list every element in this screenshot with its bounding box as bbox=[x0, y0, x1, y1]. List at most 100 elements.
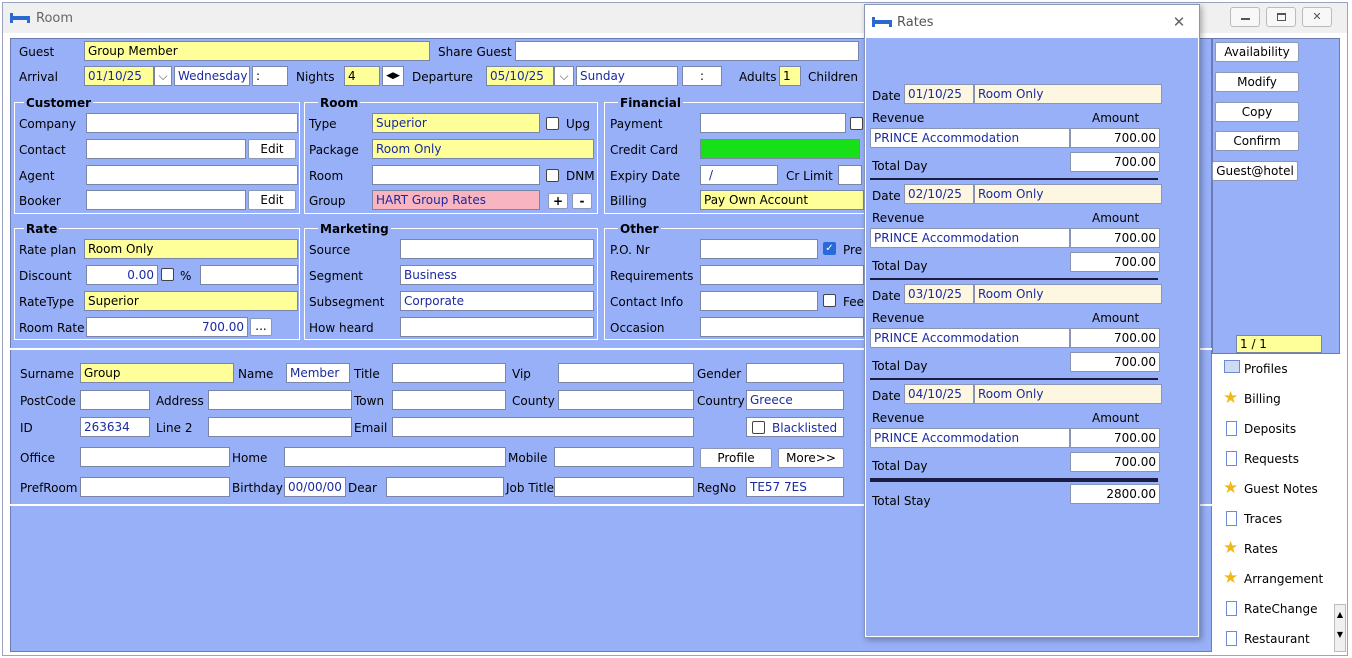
profiles-icon bbox=[1224, 360, 1240, 373]
agent-field[interactable] bbox=[86, 165, 298, 185]
address-field[interactable] bbox=[208, 390, 352, 410]
occasion-field[interactable] bbox=[700, 317, 864, 337]
rate-plan-field[interactable]: Room Only bbox=[84, 239, 298, 259]
name-field[interactable]: Member bbox=[286, 363, 350, 383]
payment-checkbox[interactable] bbox=[850, 117, 863, 130]
expiry-date-field[interactable]: / bbox=[700, 165, 778, 185]
nights-field[interactable]: 4 bbox=[344, 66, 380, 86]
group-remove-button[interactable]: - bbox=[572, 193, 592, 209]
booker-field[interactable] bbox=[86, 190, 246, 210]
group-label: Group bbox=[309, 194, 346, 208]
discount-field[interactable]: 0.00 bbox=[86, 265, 158, 285]
gender-field[interactable] bbox=[746, 363, 844, 383]
group-field[interactable]: HART Group Rates bbox=[372, 190, 540, 210]
email-field[interactable] bbox=[392, 417, 694, 437]
share-guest-field[interactable] bbox=[515, 41, 859, 61]
surname-field[interactable]: Group bbox=[80, 363, 234, 383]
departure-time-field[interactable]: : bbox=[682, 66, 722, 86]
requirements-field[interactable] bbox=[700, 265, 864, 285]
nights-stepper[interactable]: ◀▶ bbox=[382, 66, 404, 86]
birthday-field[interactable]: 00/00/00 bbox=[284, 477, 346, 497]
guest-field[interactable]: Group Member bbox=[84, 41, 430, 61]
side-item-label: Rates bbox=[1244, 542, 1278, 556]
room-number-field[interactable] bbox=[372, 165, 540, 185]
room-rate-field[interactable]: 700.00 bbox=[86, 317, 248, 337]
rates-close-icon[interactable]: ✕ bbox=[1168, 12, 1190, 32]
maximize-button[interactable] bbox=[1266, 7, 1296, 27]
source-field[interactable] bbox=[400, 239, 594, 259]
rate-section-title: Rate bbox=[24, 222, 60, 236]
payment-field[interactable] bbox=[700, 113, 846, 133]
postcode-field[interactable] bbox=[80, 390, 150, 410]
side-item-requests[interactable]: Requests bbox=[1222, 445, 1330, 473]
close-window-button[interactable]: ✕ bbox=[1302, 7, 1332, 27]
scroll-up-icon[interactable]: ▲ bbox=[1335, 605, 1345, 625]
discount-percent-checkbox[interactable] bbox=[161, 268, 174, 281]
confirm-button[interactable]: Confirm bbox=[1215, 131, 1299, 151]
side-item-arrangement[interactable]: ★ Arrangement bbox=[1222, 565, 1330, 593]
office-field[interactable] bbox=[80, 447, 230, 467]
arrival-date-dropdown[interactable]: ⌵ bbox=[154, 66, 172, 86]
line2-field[interactable] bbox=[208, 417, 352, 437]
segment-field[interactable]: Business bbox=[400, 265, 594, 285]
cr-limit-field[interactable] bbox=[838, 165, 862, 185]
modify-button[interactable]: Modify bbox=[1215, 72, 1299, 92]
billing-field[interactable]: Pay Own Account bbox=[700, 190, 864, 210]
minimize-button[interactable] bbox=[1230, 7, 1260, 27]
job-title-field[interactable] bbox=[554, 477, 694, 497]
how-heard-field[interactable] bbox=[400, 317, 594, 337]
county-field[interactable] bbox=[558, 390, 694, 410]
birthday-label: Birthday bbox=[232, 481, 283, 495]
side-scrollbar[interactable]: ▲ ▼ bbox=[1334, 604, 1346, 652]
dear-field[interactable] bbox=[386, 477, 504, 497]
copy-button[interactable]: Copy bbox=[1215, 102, 1299, 122]
home-field[interactable] bbox=[284, 447, 506, 467]
room-rate-more-button[interactable]: ... bbox=[250, 318, 272, 336]
side-item-traces[interactable]: Traces bbox=[1222, 505, 1330, 533]
mobile-field[interactable] bbox=[554, 447, 694, 467]
dnm-checkbox[interactable] bbox=[546, 169, 559, 182]
prefroom-field[interactable] bbox=[80, 477, 230, 497]
arrival-time-field[interactable]: : bbox=[252, 66, 288, 86]
side-item-restaurant[interactable]: Restaurant bbox=[1222, 625, 1330, 653]
side-item-guest-notes[interactable]: ★ Guest Notes bbox=[1222, 475, 1330, 503]
vip-field[interactable] bbox=[558, 363, 694, 383]
id-field[interactable]: 263634 bbox=[80, 417, 150, 437]
ratetype-field[interactable]: Superior bbox=[84, 291, 298, 311]
town-field[interactable] bbox=[392, 390, 506, 410]
title-field[interactable] bbox=[392, 363, 506, 383]
blacklisted-checkbox[interactable] bbox=[752, 421, 765, 434]
arrival-date-field[interactable]: 01/10/25 bbox=[84, 66, 154, 86]
package-field[interactable]: Room Only bbox=[372, 139, 594, 159]
booker-edit-button[interactable]: Edit bbox=[248, 190, 296, 210]
contact-info-field[interactable] bbox=[700, 291, 818, 311]
side-item-ratechange[interactable]: RateChange bbox=[1222, 595, 1330, 623]
contact-edit-button[interactable]: Edit bbox=[248, 139, 296, 159]
side-item-profiles[interactable]: Profiles bbox=[1222, 355, 1330, 383]
group-add-button[interactable]: + bbox=[548, 193, 568, 209]
day-separator-line bbox=[870, 278, 1158, 280]
profile-button[interactable]: Profile bbox=[700, 448, 772, 468]
guest-hotel-button[interactable]: Guest@hotel bbox=[1212, 161, 1298, 181]
pre-checkbox[interactable]: ✓ bbox=[823, 242, 836, 255]
fee-checkbox[interactable] bbox=[823, 294, 836, 307]
availability-button[interactable]: Availability bbox=[1215, 42, 1299, 62]
side-item-rates[interactable]: ★ Rates bbox=[1222, 535, 1330, 563]
adults-field[interactable]: 1 bbox=[779, 66, 801, 86]
credit-card-field[interactable] bbox=[700, 139, 860, 159]
po-nr-field[interactable] bbox=[700, 239, 818, 259]
departure-date-field[interactable]: 05/10/25 bbox=[486, 66, 554, 86]
discount-extra-field[interactable] bbox=[200, 265, 298, 285]
more-button[interactable]: More>> bbox=[778, 448, 844, 468]
departure-date-dropdown[interactable]: ⌵ bbox=[554, 66, 574, 86]
contact-field[interactable] bbox=[86, 139, 246, 159]
upg-checkbox[interactable] bbox=[546, 117, 559, 130]
scroll-down-icon[interactable]: ▼ bbox=[1335, 625, 1345, 645]
subsegment-field[interactable]: Corporate bbox=[400, 291, 594, 311]
side-item-deposits[interactable]: Deposits bbox=[1222, 415, 1330, 443]
side-item-billing[interactable]: ★ Billing bbox=[1222, 385, 1330, 413]
country-field[interactable]: Greece bbox=[746, 390, 844, 410]
room-type-field[interactable]: Superior bbox=[372, 113, 540, 133]
company-field[interactable] bbox=[86, 113, 298, 133]
regno-field[interactable]: TE57 7ES bbox=[746, 477, 844, 497]
